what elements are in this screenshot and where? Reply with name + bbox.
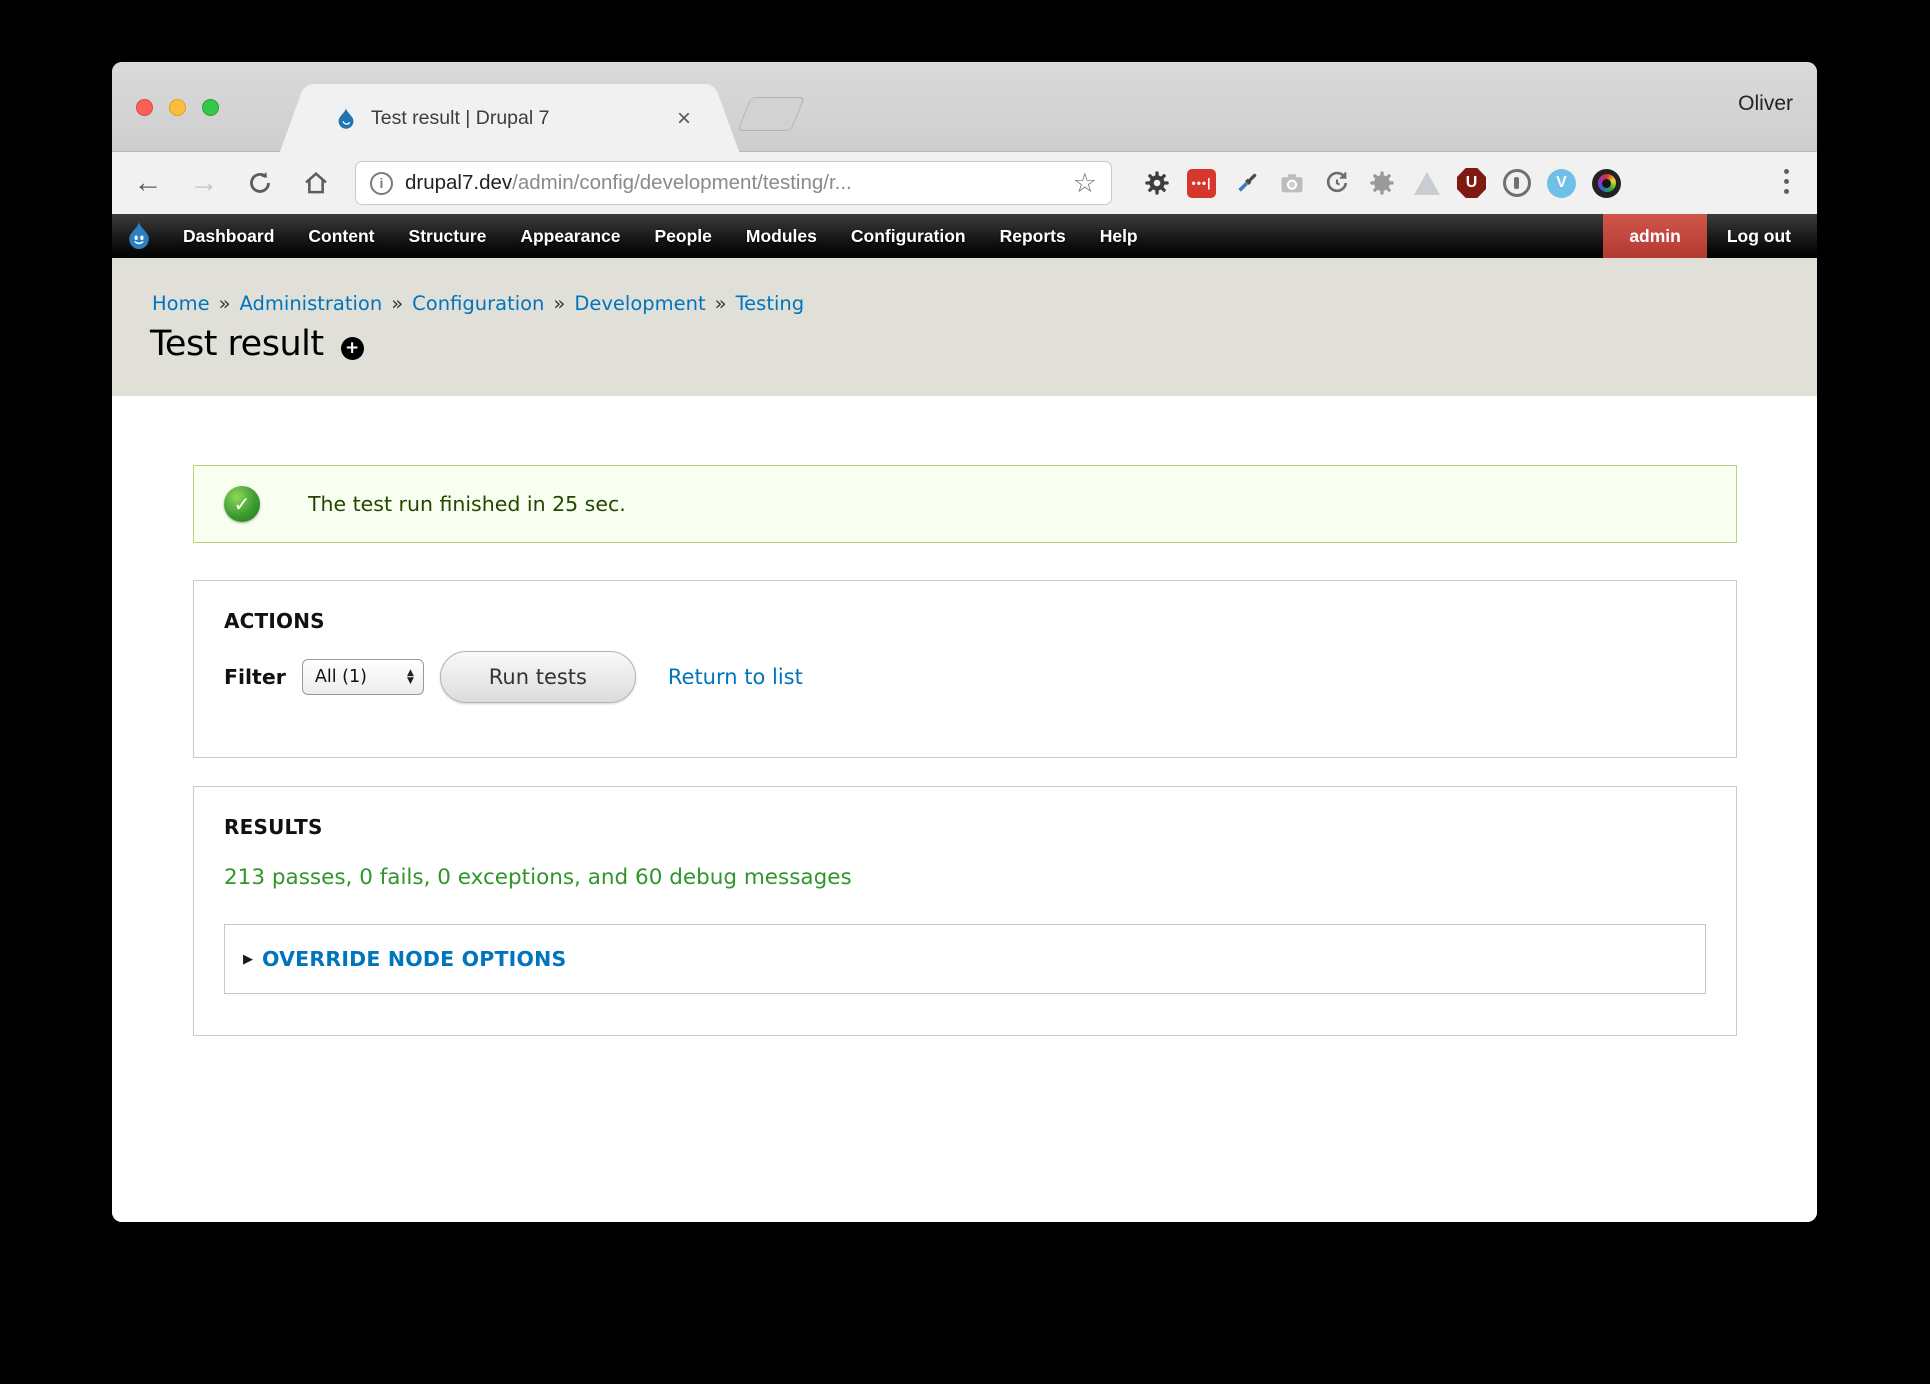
admin-menu-item[interactable]: Dashboard [166, 214, 291, 258]
back-arrow-icon: ← [134, 169, 163, 198]
breadcrumb-link[interactable]: Configuration [412, 292, 544, 315]
browser-tab[interactable]: Test result | Drupal 7 × [312, 84, 707, 153]
drupal-favicon-icon [334, 107, 358, 131]
toolbar-spacer [1155, 214, 1604, 258]
userscript-extension-icon[interactable] [1367, 152, 1396, 214]
filter-select[interactable]: All (1) ▲▼ [302, 659, 424, 695]
add-shortcut-icon[interactable]: + [341, 337, 364, 360]
browser-window: Test result | Drupal 7 × Oliver ← → i dr… [112, 62, 1817, 1222]
url-host: drupal7.dev [405, 171, 512, 194]
ublock-extension-icon[interactable]: U [1457, 152, 1486, 214]
filter-label: Filter [224, 665, 286, 689]
drive-extension-icon[interactable] [1412, 152, 1441, 214]
forward-button[interactable]: → [188, 152, 220, 214]
page-content: ✓ The test run finished in 25 sec. ACTIO… [112, 465, 1817, 1222]
run-tests-button[interactable]: Run tests [440, 651, 636, 703]
camera-extension-icon[interactable] [1277, 152, 1306, 214]
breadcrumb-separator: » [219, 292, 231, 315]
breadcrumb-separator: » [553, 292, 565, 315]
profile-name[interactable]: Oliver [1738, 92, 1793, 116]
results-heading: RESULTS [224, 815, 1706, 839]
new-tab-button[interactable] [737, 97, 805, 131]
forward-arrow-icon: → [190, 169, 219, 198]
close-tab-icon[interactable]: × [673, 105, 695, 133]
browser-toolbar: ← → i drupal7.dev/admin/config/developme… [112, 152, 1817, 214]
gear-extension-icon[interactable] [1142, 152, 1171, 214]
status-text: The test run finished in 25 sec. [308, 492, 626, 516]
window-controls [136, 99, 219, 116]
breadcrumb-item: Development » [574, 292, 735, 315]
logout-link[interactable]: Log out [1707, 214, 1811, 258]
collapsed-fieldset: ▶ OVERRIDE NODE OPTIONS [224, 924, 1706, 994]
admin-toolbar: DashboardContentStructureAppearancePeopl… [112, 214, 1817, 258]
home-button[interactable] [300, 152, 332, 214]
admin-menu-item[interactable]: Modules [729, 214, 834, 258]
status-ok-icon: ✓ [224, 486, 260, 522]
url-path: /admin/config/development/testing/r... [512, 171, 852, 194]
home-icon [302, 169, 330, 197]
admin-menu-item[interactable]: Reports [983, 214, 1083, 258]
filter-select-value: All (1) [315, 667, 367, 687]
status-message: ✓ The test run finished in 25 sec. [193, 465, 1737, 543]
admin-menu-item[interactable]: People [638, 214, 729, 258]
camera-lens-extension-icon[interactable] [1592, 152, 1621, 214]
zoom-window-button[interactable] [202, 99, 219, 116]
page-title: Test result [150, 324, 324, 364]
drupal-logo-icon[interactable] [112, 214, 166, 258]
admin-menu-item[interactable]: Help [1083, 214, 1155, 258]
password-manager-extension-icon[interactable]: •••| [1187, 152, 1216, 214]
admin-menu-item[interactable]: Appearance [503, 214, 637, 258]
page-info-icon[interactable]: i [370, 172, 393, 195]
eyedropper-extension-icon[interactable] [1232, 152, 1261, 214]
bookmark-star-icon[interactable]: ☆ [1073, 170, 1097, 197]
browser-menu-icon[interactable] [1784, 169, 1789, 194]
v-extension-icon[interactable]: V [1547, 152, 1576, 214]
results-summary: 213 passes, 0 fails, 0 exceptions, and 6… [224, 865, 1706, 890]
override-node-options-link[interactable]: OVERRIDE NODE OPTIONS [262, 947, 566, 971]
url-text: drupal7.dev/admin/config/development/tes… [405, 171, 852, 195]
extensions-row: •••| U V [1142, 152, 1621, 214]
reload-icon [246, 169, 274, 197]
reload-button[interactable] [244, 152, 276, 214]
breadcrumb-link[interactable]: Administration [240, 292, 383, 315]
breadcrumb-link[interactable]: Home [152, 292, 210, 315]
breadcrumb-separator: » [391, 292, 403, 315]
title-row: Test result + [150, 324, 364, 364]
actions-heading: ACTIONS [224, 609, 1706, 633]
breadcrumb-link[interactable]: Testing [736, 292, 805, 315]
browser-titlebar: Test result | Drupal 7 × Oliver [112, 62, 1817, 152]
actions-panel: ACTIONS Filter All (1) ▲▼ Run tests Retu… [193, 580, 1737, 758]
results-panel: RESULTS 213 passes, 0 fails, 0 exception… [193, 786, 1737, 1036]
breadcrumb-item: Home » [152, 292, 240, 315]
minimize-window-button[interactable] [169, 99, 186, 116]
admin-menu-item[interactable]: Structure [392, 214, 504, 258]
tab-title: Test result | Drupal 7 [371, 107, 549, 130]
return-to-list-link[interactable]: Return to list [668, 665, 803, 689]
admin-user-button[interactable]: admin [1603, 214, 1707, 258]
breadcrumb-item: Configuration » [412, 292, 574, 315]
breadcrumb-item: Testing [736, 292, 823, 315]
back-button[interactable]: ← [132, 152, 164, 214]
breadcrumb-item: Administration » [240, 292, 413, 315]
actions-row: Filter All (1) ▲▼ Run tests Return to li… [224, 651, 1706, 703]
select-stepper-icon: ▲▼ [407, 669, 414, 685]
close-window-button[interactable] [136, 99, 153, 116]
admin-menu-item[interactable]: Configuration [834, 214, 983, 258]
expand-arrow-icon: ▶ [243, 952, 253, 967]
breadcrumb: Home»Administration»Configuration»Develo… [152, 292, 822, 315]
admin-menu: DashboardContentStructureAppearancePeopl… [166, 214, 1155, 258]
address-bar[interactable]: i drupal7.dev/admin/config/development/t… [355, 161, 1112, 205]
keyring-extension-icon[interactable] [1502, 152, 1531, 214]
sync-extension-icon[interactable] [1322, 152, 1351, 214]
breadcrumb-link[interactable]: Development [574, 292, 705, 315]
page-header: Home»Administration»Configuration»Develo… [112, 258, 1817, 396]
breadcrumb-separator: » [715, 292, 727, 315]
admin-menu-item[interactable]: Content [291, 214, 391, 258]
